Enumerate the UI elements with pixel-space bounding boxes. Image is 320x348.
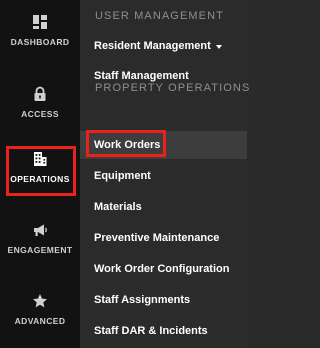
section-title-user-management: USER MANAGEMENT [95,10,224,22]
dashboard-icon [33,15,47,29]
menu-item-staff-dar-incidents[interactable]: Staff DAR & Incidents [80,317,247,345]
rail-item-label: OPERATIONS [10,174,70,184]
menu-item-label: Staff DAR & Incidents [94,325,208,337]
rail-item-label: ACCESS [21,109,59,119]
menu-item-resident-management[interactable]: Resident Management [80,32,247,60]
menu-item-work-order-configuration[interactable]: Work Order Configuration [80,255,247,283]
rail-item-dashboard[interactable]: DASHBOARD [0,14,80,64]
rail-item-operations[interactable]: OPERATIONS [0,151,80,201]
rail-item-label: ADVANCED [14,316,66,326]
menu-item-preventive-maintenance[interactable]: Preventive Maintenance [80,224,247,252]
rail-item-access[interactable]: ACCESS [0,86,80,136]
menu-item-materials[interactable]: Materials [80,193,247,221]
menu-item-label: Equipment [94,170,151,182]
star-icon [33,294,47,308]
menu-item-label: Resident Management [94,40,211,52]
rail-item-label: DASHBOARD [10,37,70,47]
menu-item-label: Work Order Configuration [94,263,230,275]
menu-item-label: Preventive Maintenance [94,232,220,244]
building-icon [34,152,47,166]
lock-icon [34,86,46,101]
rail-item-label: ENGAGEMENT [7,245,73,255]
megaphone-icon [34,224,47,236]
menu-item-work-orders[interactable]: Work Orders [80,131,247,159]
rail-item-advanced[interactable]: ADVANCED [0,293,80,343]
caret-down-icon [215,45,222,49]
rail-item-engagement[interactable]: ENGAGEMENT [0,222,80,272]
icon-rail: DASHBOARD ACCESS OPERATIONS ENGAGEMENT A… [0,0,80,348]
menu-item-label: Materials [94,201,142,213]
menu-item-equipment[interactable]: Equipment [80,162,247,190]
app-window: DASHBOARD ACCESS OPERATIONS ENGAGEMENT A… [0,0,251,348]
section-title-property-operations: PROPERTY OPERATIONS [95,82,251,94]
menu-item-staff-assignments[interactable]: Staff Assignments [80,286,247,314]
menu-item-label: Staff Management [94,70,189,82]
operations-menu: USER MANAGEMENT Resident Management Staf… [80,0,251,348]
menu-item-label: Staff Assignments [94,294,191,306]
menu-item-label: Work Orders [94,139,161,151]
